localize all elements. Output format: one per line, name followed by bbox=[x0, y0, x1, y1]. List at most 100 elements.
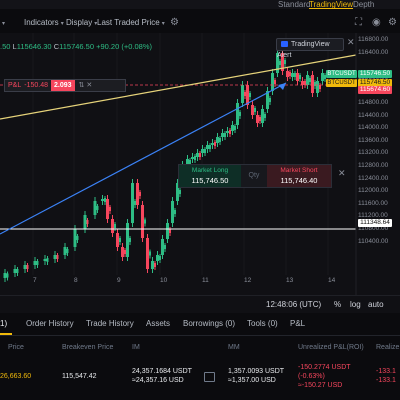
close-value: 115746.50 bbox=[59, 42, 95, 51]
display-button[interactable]: Display ▾ bbox=[66, 18, 97, 29]
cell-price: 26,663.60 bbox=[0, 373, 32, 380]
col-header-unrealized-pnl: Unrealized P&L(ROI) bbox=[298, 344, 364, 351]
symbol-tag-btcusdt-2: BTCUSDT bbox=[326, 79, 357, 87]
candle-body bbox=[309, 78, 311, 82]
candle-body bbox=[76, 236, 79, 240]
candle-body bbox=[166, 223, 169, 239]
candle-body bbox=[236, 103, 239, 125]
cell-im: 24,357.1684 USDT bbox=[132, 368, 192, 375]
tab-trade-history[interactable]: Trade History bbox=[86, 319, 134, 329]
market-short-button[interactable]: Market Short 115,746.40 bbox=[267, 165, 331, 187]
tab-order-history[interactable]: Order History bbox=[26, 319, 74, 329]
candle-body bbox=[174, 210, 176, 214]
candle-body bbox=[271, 73, 274, 91]
candle-body bbox=[194, 156, 196, 160]
horizontal-line-price-tag: 111348.64 bbox=[358, 219, 392, 227]
indicators-label: Indicators bbox=[24, 18, 59, 27]
candle-body bbox=[46, 258, 49, 262]
indicators-button[interactable]: Indicators ▾ bbox=[24, 18, 64, 29]
candle-body bbox=[96, 206, 99, 210]
edit-icon[interactable] bbox=[204, 372, 215, 382]
position-pnl-tag[interactable]: P&L -150.48 2.093 ⇅ ✕ bbox=[4, 79, 126, 92]
gear-icon[interactable]: ⚙ bbox=[170, 17, 179, 28]
pnl-tag-icons[interactable]: ⇅ ✕ bbox=[79, 82, 93, 89]
cell-realized: -133.1 bbox=[376, 368, 396, 375]
price-source-label: Last Traded Price bbox=[97, 18, 160, 27]
tab-borrowings[interactable]: Borrowings (0) bbox=[183, 319, 235, 329]
trading-app: Standard TradingView Depth ▾ Indicators ▾… bbox=[0, 0, 400, 400]
cell-upnl-roi: (-0.63%) bbox=[298, 373, 325, 380]
candle-body bbox=[63, 247, 67, 255]
view-tab-depth[interactable]: Depth bbox=[353, 0, 374, 9]
settings-icon[interactable]: ⚙ bbox=[388, 17, 397, 28]
time-axis-label: 14 bbox=[328, 277, 336, 284]
candle-body bbox=[23, 265, 27, 269]
price-axis-label: 114800.00 bbox=[358, 99, 389, 106]
candle-body bbox=[291, 73, 294, 77]
percent-toggle[interactable]: % bbox=[334, 300, 341, 310]
cell-upnl: -150.2774 USDT bbox=[298, 364, 351, 371]
candle-body bbox=[244, 92, 246, 96]
market-long-price: 115,746.50 bbox=[191, 176, 229, 185]
bottom-tabs: 1) Order History Trade History Assets Bo… bbox=[0, 313, 400, 336]
col-header-mm: MM bbox=[228, 344, 240, 351]
timeframe-dropdown[interactable]: ▾ bbox=[0, 18, 5, 29]
candle-body bbox=[86, 220, 89, 224]
pnl-value: -150.48 bbox=[24, 82, 48, 89]
candle-body bbox=[156, 255, 159, 261]
candle-body bbox=[321, 73, 324, 81]
candle-body bbox=[306, 75, 309, 85]
quantity-input[interactable]: Qty bbox=[241, 165, 267, 187]
candle-body bbox=[261, 109, 264, 123]
fullscreen-icon[interactable]: ⛶ bbox=[355, 17, 362, 28]
tab-tools[interactable]: Tools (0) bbox=[247, 319, 278, 329]
candle-body bbox=[256, 115, 259, 123]
market-long-button[interactable]: Market Long 115,746.50 bbox=[179, 165, 241, 187]
candle-body bbox=[159, 256, 161, 260]
candle-body bbox=[301, 81, 304, 85]
change-value: +90.20 (+0.08%) bbox=[96, 42, 152, 51]
candle-body bbox=[224, 133, 226, 137]
time-axis-label: 11 bbox=[202, 277, 209, 284]
cell-upnl-usd: ≈-150.27 USD bbox=[298, 382, 343, 389]
candle-body bbox=[274, 80, 276, 84]
tab-assets[interactable]: Assets bbox=[146, 319, 170, 329]
time-axis[interactable]: 7 8 9 10 11 12 13 14 bbox=[0, 275, 356, 287]
market-long-label: Market Long bbox=[191, 167, 229, 174]
candle-body bbox=[299, 75, 301, 79]
caret-down-icon: ▾ bbox=[60, 21, 64, 27]
close-icon[interactable]: ✕ bbox=[347, 37, 355, 48]
price-axis-label: 110400.00 bbox=[358, 237, 389, 245]
tab-pnl[interactable]: P&L bbox=[290, 319, 305, 329]
camera-icon[interactable]: ◉ bbox=[372, 17, 381, 28]
candle-body bbox=[311, 75, 314, 93]
candle-body bbox=[231, 125, 234, 131]
auto-toggle[interactable]: auto bbox=[368, 300, 384, 310]
quick-trade-box: Market Long 115,746.50 Qty Market Short … bbox=[178, 164, 332, 188]
candle-body bbox=[126, 223, 129, 257]
candle-body bbox=[246, 85, 249, 105]
col-header-im: IM bbox=[132, 344, 140, 351]
tab-positions[interactable]: 1) bbox=[0, 319, 7, 329]
candle-body bbox=[93, 201, 97, 215]
time-axis-label: 9 bbox=[117, 277, 121, 284]
market-short-label: Market Short bbox=[280, 167, 318, 174]
candle-body bbox=[73, 229, 77, 247]
close-icon[interactable]: ✕ bbox=[338, 168, 346, 179]
pnl-quantity: 2.093 bbox=[50, 80, 75, 91]
caret-down-icon: ▾ bbox=[161, 21, 165, 27]
time-axis-label: 7 bbox=[33, 277, 37, 284]
candle-body bbox=[294, 73, 296, 77]
tradingview-alert-button[interactable]: TradingView Alert bbox=[276, 38, 344, 59]
candle-body bbox=[146, 238, 149, 269]
cell-mm: 1,357.0093 USDT bbox=[228, 368, 285, 375]
price-axis-label: 114000.00 bbox=[358, 124, 389, 132]
candle-body bbox=[279, 61, 281, 65]
price-chart[interactable]: .50 L115646.30 C115746.50 +90.20 (+0.08%… bbox=[0, 33, 400, 313]
price-source-button[interactable]: Last Traded Price ▾ bbox=[97, 18, 165, 29]
log-toggle[interactable]: log bbox=[350, 300, 361, 310]
price-axis-label: 113600.00 bbox=[358, 136, 389, 144]
view-tab-standard[interactable]: Standard bbox=[278, 0, 310, 9]
candle-body bbox=[33, 261, 37, 265]
price-axis-label: 112800.00 bbox=[358, 162, 389, 169]
